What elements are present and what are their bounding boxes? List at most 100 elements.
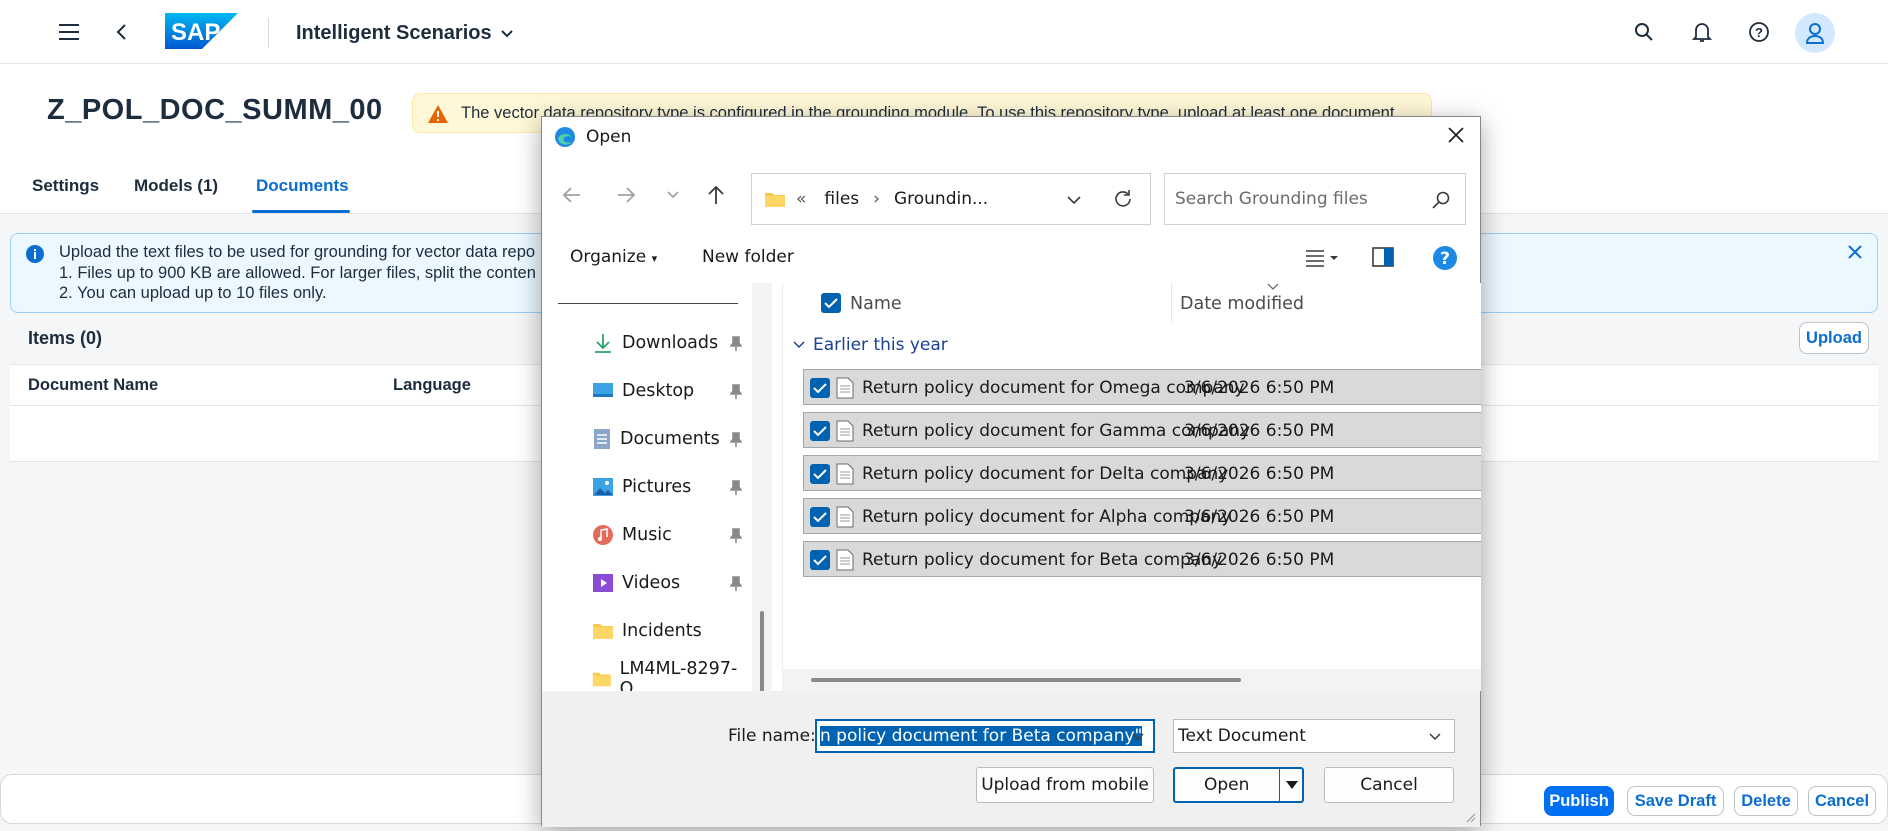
publish-button[interactable]: Publish	[1544, 786, 1614, 816]
back-arrow-icon[interactable]	[562, 186, 582, 204]
nav-scrollbar[interactable]	[752, 283, 772, 699]
nav-item-incidents[interactable]: Incidents	[592, 616, 702, 646]
address-bar[interactable]: « files › Groundin...	[751, 173, 1151, 225]
upload-from-mobile-button[interactable]: Upload from mobile	[976, 767, 1154, 803]
bell-icon[interactable]	[1686, 16, 1718, 48]
path-segment-files[interactable]: files	[824, 189, 859, 209]
chevron-down-icon[interactable]	[1131, 732, 1145, 742]
text-file-icon	[836, 463, 854, 485]
file-name-label: File name:	[728, 726, 816, 746]
help-icon[interactable]: ?	[1743, 16, 1775, 48]
resize-grip-icon[interactable]	[1464, 811, 1476, 823]
preview-pane-icon[interactable]	[1372, 247, 1394, 267]
nav-item-documents[interactable]: Documents	[592, 424, 720, 454]
command-bar: Organize ▾ New folder ?	[542, 239, 1480, 279]
desktop-icon	[593, 383, 613, 397]
cancel-button[interactable]: Cancel	[1808, 786, 1876, 816]
back-icon[interactable]	[106, 16, 138, 48]
pin-icon[interactable]	[729, 480, 743, 496]
pin-icon[interactable]	[729, 336, 743, 352]
tab-documents[interactable]: Documents	[256, 176, 349, 196]
tab-settings[interactable]: Settings	[32, 176, 99, 196]
file-name-input[interactable]: n policy document for Beta company"	[815, 719, 1155, 753]
music-icon	[593, 525, 613, 545]
text-file-icon	[836, 377, 854, 399]
menu-icon[interactable]	[53, 16, 85, 48]
open-button[interactable]: Open	[1173, 767, 1304, 803]
caret-down-icon: ▾	[651, 252, 658, 265]
nav-item-desktop[interactable]: Desktop	[592, 376, 694, 406]
close-icon[interactable]	[1446, 125, 1466, 145]
new-folder-button[interactable]: New folder	[702, 247, 794, 267]
horizontal-scrollbar[interactable]	[783, 669, 1481, 691]
file-date: 3/6/2026 6:50 PM	[1184, 378, 1335, 398]
nav-item-pictures[interactable]: Pictures	[592, 472, 691, 502]
checkbox[interactable]	[810, 550, 830, 570]
file-row[interactable]: Return policy document for Beta company …	[803, 541, 1481, 577]
search-placeholder: Search Grounding files	[1175, 189, 1368, 209]
checkbox[interactable]	[810, 464, 830, 484]
checkbox[interactable]	[810, 507, 830, 527]
upload-button[interactable]: Upload	[1799, 322, 1869, 354]
file-date: 3/6/2026 6:50 PM	[1184, 550, 1335, 570]
file-row[interactable]: Return policy document for Delta company…	[803, 455, 1481, 491]
app-title-menu[interactable]: Intelligent Scenarios	[296, 22, 514, 45]
select-all-checkbox[interactable]	[821, 293, 841, 313]
nav-label: Desktop	[622, 381, 695, 401]
column-document-name[interactable]: Document Name	[28, 376, 158, 395]
column-date-modified[interactable]: Date modified	[1180, 294, 1304, 314]
checkbox[interactable]	[810, 421, 830, 441]
search-icon	[1432, 191, 1450, 209]
caret-down-icon[interactable]	[1285, 780, 1299, 790]
checkbox[interactable]	[810, 378, 830, 398]
pin-icon[interactable]	[729, 384, 743, 400]
up-arrow-icon[interactable]	[707, 184, 725, 206]
recent-locations-chevron-icon[interactable]	[666, 190, 680, 200]
path-overflow[interactable]: «	[796, 189, 806, 209]
scroll-thumb[interactable]	[811, 678, 1241, 682]
search-icon[interactable]	[1628, 16, 1660, 48]
nav-item-music[interactable]: Music	[592, 520, 672, 550]
items-title: Items (0)	[28, 328, 103, 348]
pin-icon[interactable]	[729, 528, 743, 544]
organize-button[interactable]: Organize ▾	[570, 247, 657, 267]
nav-label: Music	[622, 525, 672, 545]
search-input[interactable]: Search Grounding files	[1164, 173, 1466, 225]
file-list-header: Name Date modified	[783, 283, 1481, 323]
pin-icon[interactable]	[729, 576, 743, 592]
nav-item-videos[interactable]: Videos	[592, 568, 680, 598]
file-row[interactable]: Return policy document for Omega company…	[803, 369, 1481, 405]
file-type-value: Text Document	[1178, 726, 1306, 746]
pin-icon[interactable]	[729, 432, 743, 448]
nav-item-downloads[interactable]: Downloads	[592, 328, 718, 358]
info-icon	[26, 245, 44, 263]
tab-models[interactable]: Models (1)	[134, 176, 218, 196]
close-icon[interactable]	[1847, 244, 1863, 260]
file-name-value: n policy document for Beta company"	[820, 726, 1143, 746]
view-options-icon[interactable]	[1304, 248, 1340, 268]
dialog-cancel-button[interactable]: Cancel	[1324, 767, 1454, 803]
forward-arrow-icon[interactable]	[616, 186, 636, 204]
column-name[interactable]: Name	[850, 294, 902, 314]
file-row[interactable]: Return policy document for Alpha company…	[803, 498, 1481, 534]
chevron-down-icon	[500, 29, 513, 37]
path-segment-grounding[interactable]: Groundin...	[894, 189, 988, 209]
save-draft-button[interactable]: Save Draft	[1627, 786, 1724, 816]
folder-icon	[592, 672, 611, 687]
refresh-icon[interactable]	[1112, 188, 1134, 210]
delete-button[interactable]: Delete	[1734, 786, 1798, 816]
nav-divider	[558, 303, 738, 304]
file-row[interactable]: Return policy document for Gamma company…	[803, 412, 1481, 448]
pictures-icon	[593, 478, 613, 496]
chevron-down-icon	[793, 341, 805, 349]
chevron-down-icon[interactable]	[1066, 195, 1082, 205]
help-icon[interactable]: ?	[1432, 245, 1458, 271]
group-header[interactable]: Earlier this year	[793, 335, 948, 355]
dialog-title: Open	[586, 127, 632, 147]
file-type-select[interactable]: Text Document	[1173, 719, 1455, 753]
scroll-thumb[interactable]	[760, 611, 764, 699]
user-avatar[interactable]	[1795, 13, 1835, 53]
nav-item-lm4ml[interactable]: LM4ML-8297-Q...	[592, 659, 752, 691]
svg-text:?: ?	[1440, 249, 1450, 269]
column-language[interactable]: Language	[393, 376, 471, 395]
